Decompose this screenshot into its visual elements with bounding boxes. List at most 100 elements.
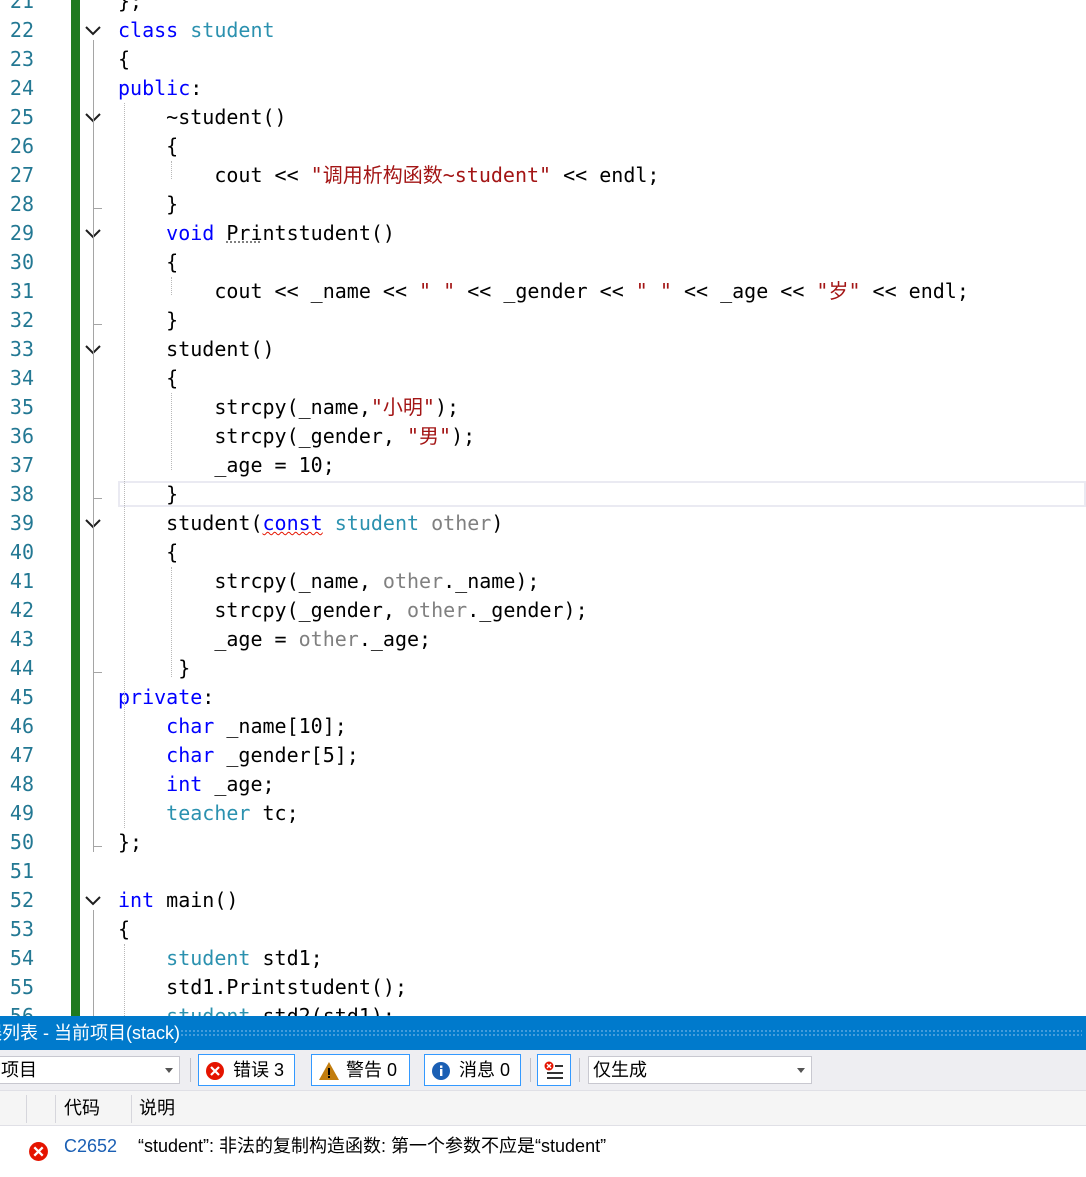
code-text[interactable]: teacher tc; [118, 799, 298, 828]
line-number: 23 [9, 47, 34, 71]
code-line[interactable]: 44 } [0, 654, 1086, 683]
code-text[interactable]: cout << "调用析构函数~student" << endl; [118, 161, 659, 190]
warnings-filter-button[interactable]: 警告 0 [311, 1054, 410, 1086]
outline-scope-line [93, 359, 94, 504]
code-text[interactable]: void Printstudent() [118, 219, 395, 248]
code-text[interactable]: } [118, 190, 178, 219]
code-line[interactable]: 40 { [0, 538, 1086, 567]
code-line[interactable]: 34 { [0, 364, 1086, 393]
outline-scope-end [93, 316, 102, 325]
code-line[interactable]: 31 cout << _name << " " << _gender << " … [0, 277, 1086, 306]
code-text[interactable]: { [118, 248, 178, 277]
code-text[interactable]: cout << _name << " " << _gender << " " <… [118, 277, 969, 306]
code-text[interactable]: student() [118, 335, 274, 364]
code-line[interactable]: 46 char _name[10]; [0, 712, 1086, 741]
column-divider[interactable] [26, 1095, 27, 1123]
code-text[interactable]: student(const student other) [118, 509, 503, 538]
code-text[interactable]: } [118, 480, 178, 509]
code-line[interactable]: 47 char _gender[5]; [0, 741, 1086, 770]
column-divider[interactable] [55, 1095, 56, 1123]
code-text[interactable]: class student [118, 16, 275, 45]
scope-combo[interactable]: 当前项目 [0, 1056, 180, 1084]
code-line[interactable]: 52 int main() [0, 886, 1086, 915]
code-line[interactable]: 51 [0, 857, 1086, 886]
line-number: 44 [9, 656, 34, 680]
build-intellisense-combo[interactable]: 仅生成 [588, 1056, 812, 1084]
code-text[interactable]: private: [118, 683, 214, 712]
code-line[interactable]: 30 { [0, 248, 1086, 277]
outline-scope-line [93, 910, 94, 1016]
code-text[interactable]: _age = 10; [118, 451, 334, 480]
code-text[interactable]: char _gender[5]; [118, 741, 359, 770]
code-line[interactable]: 56 student std2(std1); [0, 1002, 1086, 1016]
code-text[interactable]: student std2(std1); [118, 1002, 395, 1016]
code-text[interactable]: int _age; [118, 770, 274, 799]
code-text[interactable]: char _name[10]; [118, 712, 347, 741]
code-line[interactable]: 23 { [0, 45, 1086, 74]
code-text[interactable]: std1.Printstudent(); [118, 973, 407, 1002]
code-line[interactable]: 42 strcpy(_gender, other._gender); [0, 596, 1086, 625]
column-header-description[interactable]: 说明 [139, 1091, 175, 1125]
code-line[interactable]: 24 public: [0, 74, 1086, 103]
filter-toggle-button[interactable] [537, 1054, 571, 1086]
code-line[interactable]: 21}; [0, 0, 1086, 16]
code-line[interactable]: 32 } [0, 306, 1086, 335]
code-text[interactable]: strcpy(_gender, other._gender); [118, 596, 587, 625]
line-number: 45 [9, 685, 34, 709]
code-line[interactable]: 49 teacher tc; [0, 799, 1086, 828]
code-text[interactable]: student std1; [118, 944, 323, 973]
code-line[interactable]: 39 student(const student other) [0, 509, 1086, 538]
fold-toggle-chevron-down-icon[interactable] [83, 891, 103, 911]
code-line[interactable]: 27 cout << "调用析构函数~student" << endl; [0, 161, 1086, 190]
code-line[interactable]: 29 void Printstudent() [0, 219, 1086, 248]
code-line[interactable]: 41 strcpy(_name, other._name); [0, 567, 1086, 596]
code-line[interactable]: 36 strcpy(_gender, "男"); [0, 422, 1086, 451]
code-text[interactable]: } [118, 654, 190, 683]
code-text[interactable]: ~student() [118, 103, 286, 132]
code-line[interactable]: 26 { [0, 132, 1086, 161]
code-line[interactable]: 22 class student [0, 16, 1086, 45]
code-line[interactable]: 33 student() [0, 335, 1086, 364]
code-line[interactable]: 35 strcpy(_name,"小明"); [0, 393, 1086, 422]
column-divider[interactable] [131, 1095, 132, 1123]
error-code[interactable]: C2652 [64, 1126, 117, 1167]
code-text[interactable]: } [118, 306, 178, 335]
code-text[interactable]: { [118, 538, 178, 567]
code-line[interactable]: 25 ~student() [0, 103, 1086, 132]
column-header-code[interactable]: 代码 [64, 1091, 100, 1125]
panel-title-bar[interactable]: 错误列表 - 当前项目(stack) [0, 1016, 1086, 1050]
code-text[interactable]: { [118, 132, 178, 161]
line-number: 48 [9, 772, 34, 796]
code-line[interactable]: 48 int _age; [0, 770, 1086, 799]
line-number: 39 [9, 511, 34, 535]
messages-filter-button[interactable]: 消息 0 [424, 1054, 521, 1086]
code-line[interactable]: 43 _age = other._age; [0, 625, 1086, 654]
code-line[interactable]: 50}; [0, 828, 1086, 857]
code-text[interactable]: { [118, 915, 130, 944]
code-text[interactable]: { [118, 364, 178, 393]
code-line[interactable]: 54 student std1; [0, 944, 1086, 973]
code-line[interactable]: 28 } [0, 190, 1086, 219]
code-text[interactable]: int main() [118, 886, 238, 915]
code-text[interactable]: _age = other._age; [118, 625, 431, 654]
outline-scope-end [93, 838, 102, 847]
error-row[interactable]: C2652 “student”: 非法的复制构造函数: 第一个参数不应是“stu… [0, 1126, 1086, 1167]
code-line[interactable]: 53 { [0, 915, 1086, 944]
code-text[interactable]: public: [118, 74, 202, 103]
code-line[interactable]: 55 std1.Printstudent(); [0, 973, 1086, 1002]
line-number: 36 [9, 424, 34, 448]
code-text[interactable]: { [118, 45, 130, 74]
code-line[interactable]: 37 _age = 10; [0, 451, 1086, 480]
errors-filter-button[interactable]: 错误 3 [198, 1054, 295, 1086]
code-text[interactable]: strcpy(_name,"小明"); [118, 393, 459, 422]
fold-toggle-chevron-down-icon[interactable] [83, 21, 103, 41]
line-number: 47 [9, 743, 34, 767]
line-number: 34 [9, 366, 34, 390]
code-line[interactable]: 38 } [0, 480, 1086, 509]
code-text[interactable]: }; [118, 0, 142, 16]
code-text[interactable]: }; [118, 828, 142, 857]
code-editor[interactable]: 21}; 22 class student 23 {24 public: 25 ~stude… [0, 0, 1086, 1016]
line-number: 55 [9, 975, 34, 999]
code-text[interactable]: strcpy(_name, other._name); [118, 567, 539, 596]
code-line[interactable]: 45 private: [0, 683, 1086, 712]
